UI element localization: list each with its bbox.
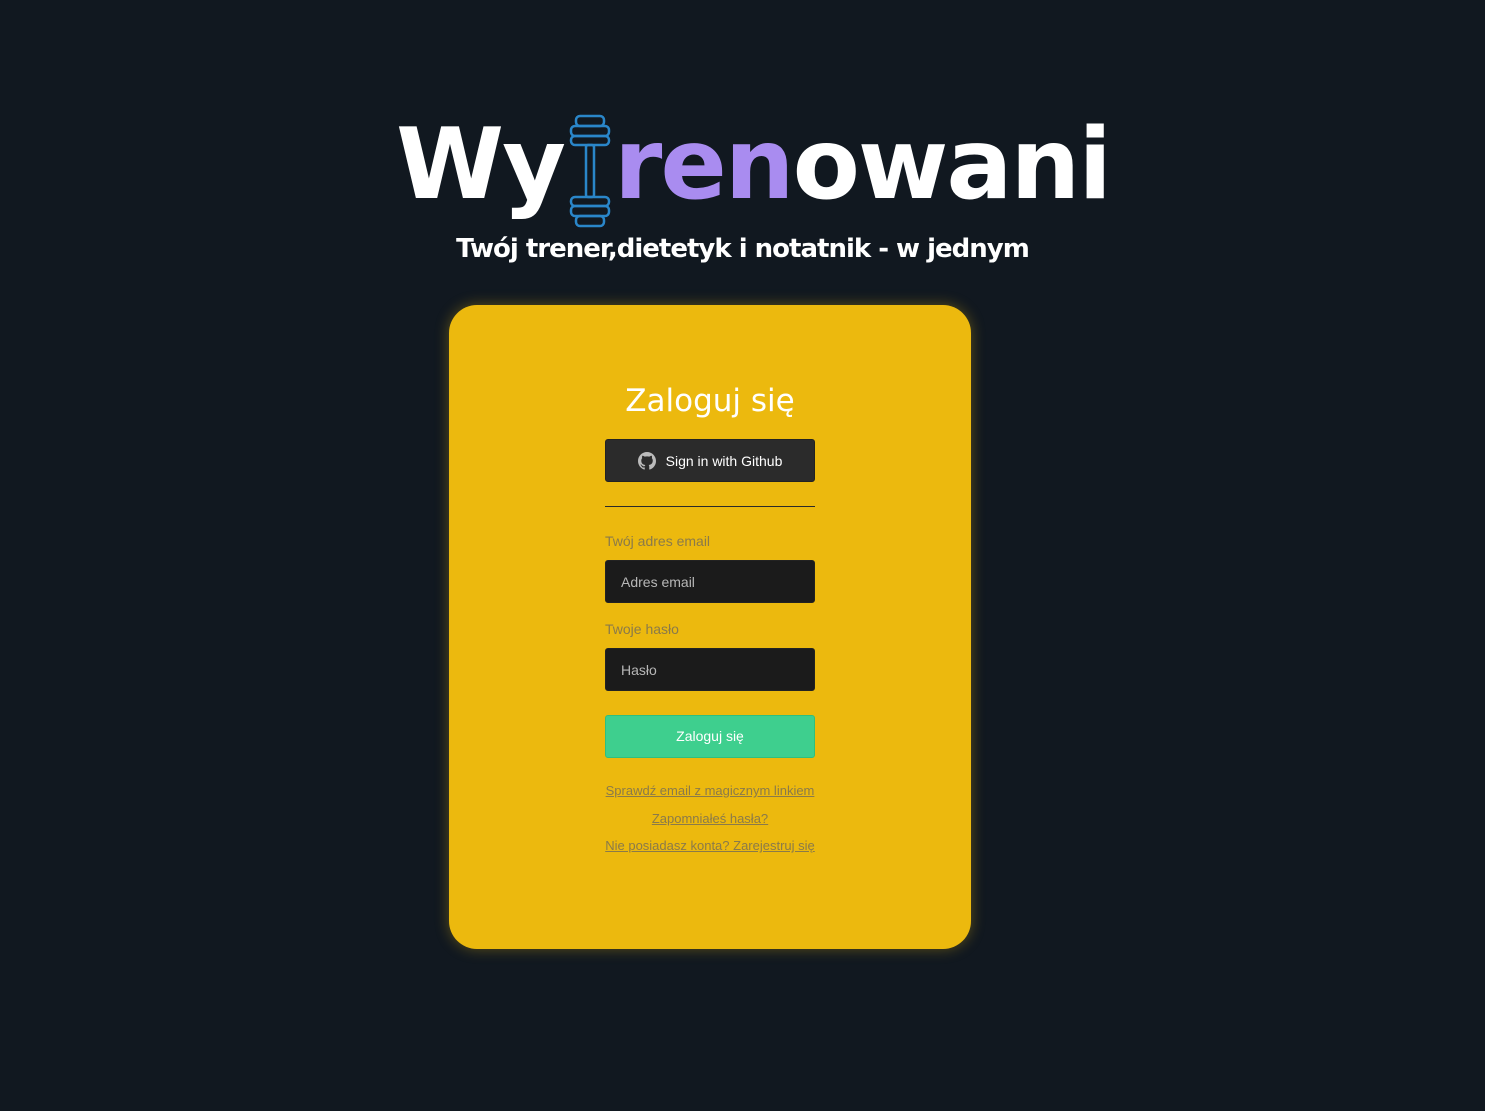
login-title: Zaloguj się (625, 383, 795, 419)
register-link[interactable]: Nie posiadasz konta? Zarejestruj się (449, 838, 971, 853)
brand-logo: Wy ren owani (0, 100, 1485, 230)
password-label: Twoje hasło (605, 621, 679, 637)
divider (605, 506, 815, 507)
github-button-label: Sign in with Github (665, 452, 783, 469)
email-field[interactable] (605, 560, 815, 603)
login-card: Zaloguj się Sign in with Github Twój adr… (449, 305, 971, 949)
logo-part-owani: owani (792, 108, 1112, 222)
github-icon (637, 451, 656, 470)
email-label: Twój adres email (605, 533, 711, 549)
forgot-password-link[interactable]: Zapomniałeś hasła? (449, 811, 971, 826)
logo-part-wy: Wy (396, 108, 566, 222)
logo-wordmark: Wy ren owani (396, 100, 1112, 230)
login-submit-button[interactable]: Zaloguj się (605, 715, 815, 758)
logo-part-ren: ren (613, 108, 795, 222)
tagline: Twój trener,dietetyk i notatnik - w jedn… (456, 234, 1030, 264)
dumbbell-icon (566, 114, 614, 228)
magic-link-link[interactable]: Sprawdź email z magicznym linkiem (449, 783, 971, 798)
github-signin-button[interactable]: Sign in with Github (605, 439, 815, 482)
password-field[interactable] (605, 648, 815, 691)
